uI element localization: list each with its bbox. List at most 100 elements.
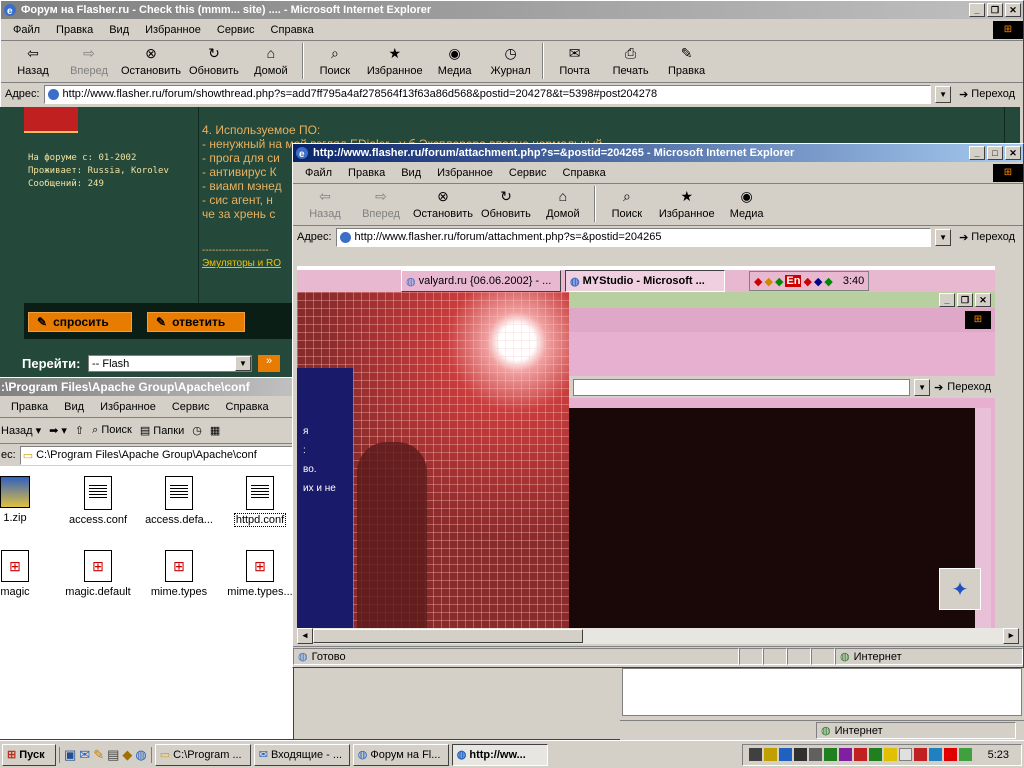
tray-app-icon[interactable] xyxy=(808,748,822,761)
task-inbox[interactable]: ✉ Входящие - ... xyxy=(253,743,350,766)
menu-favorites[interactable]: Избранное xyxy=(92,401,164,413)
fg-hscrollbar[interactable]: ◂ ▸ xyxy=(297,628,1019,644)
file-item[interactable]: ⊞ magic.default xyxy=(63,550,133,598)
menu-view[interactable]: Вид xyxy=(393,167,429,179)
ask-button[interactable]: ✎ спросить xyxy=(28,312,132,332)
maximize-button[interactable]: ❐ xyxy=(987,3,1003,17)
address-input[interactable]: http://www.flasher.ru/forum/showthread.p… xyxy=(43,84,932,104)
scroll-left-arrow[interactable]: ◂ xyxy=(297,628,313,644)
task-attachment[interactable]: ◍ http://ww... xyxy=(451,743,548,766)
explorer-search-button[interactable]: ⌕ Поиск xyxy=(92,424,132,437)
refresh-button[interactable]: ↻ Обновить xyxy=(477,186,535,221)
minimize-button[interactable]: _ xyxy=(969,3,985,17)
tray-app-icon[interactable] xyxy=(868,748,882,761)
search-button[interactable]: ⌕ Поиск xyxy=(599,186,655,221)
task-explorer[interactable]: ▭ C:\Program ... xyxy=(154,743,251,766)
file-item[interactable]: access.conf xyxy=(63,476,133,526)
go-button[interactable]: ➔ Переход xyxy=(955,231,1019,244)
up-folder-icon[interactable]: ⇧ xyxy=(75,424,84,437)
address-dropdown[interactable]: ▼ xyxy=(935,228,952,246)
soft-icon[interactable] xyxy=(748,748,762,761)
notepad-icon[interactable]: ✎ xyxy=(93,747,104,763)
tray-app-icon[interactable] xyxy=(913,748,927,761)
close-button[interactable]: ✕ xyxy=(1005,3,1021,17)
favorites-button[interactable]: ★ Избранное xyxy=(655,186,719,221)
mail-icon[interactable] xyxy=(898,748,912,761)
explorer-back-button[interactable]: Назад ▾ xyxy=(1,424,41,437)
menu-file[interactable]: Файл xyxy=(5,24,48,36)
minimize-button[interactable]: _ xyxy=(969,146,985,160)
file-item[interactable]: access.defa... xyxy=(144,476,214,526)
outlook-icon[interactable]: ✉ xyxy=(79,747,90,763)
explorer-folders-button[interactable]: ▤ Папки xyxy=(140,424,184,437)
back-button[interactable]: ⇦ Назад xyxy=(297,186,353,221)
menu-help[interactable]: Справка xyxy=(555,167,614,179)
task-forum[interactable]: ◍ Форум на Fl... xyxy=(352,743,449,766)
media-button[interactable]: ◉ Медиа xyxy=(719,186,775,221)
menu-edit[interactable]: Правка xyxy=(3,401,56,413)
tray-app-icon[interactable] xyxy=(838,748,852,761)
menu-file[interactable]: Файл xyxy=(297,167,340,179)
menu-help[interactable]: Справка xyxy=(218,401,277,413)
tray-app-icon[interactable] xyxy=(853,748,867,761)
desktop-icon[interactable]: ▣ xyxy=(64,747,76,763)
menu-help[interactable]: Справка xyxy=(263,24,322,36)
stop-button[interactable]: ⊗ Остановить xyxy=(409,186,477,221)
forward-arrow-icon[interactable]: ➡ ▾ xyxy=(49,424,67,437)
goto-select[interactable]: -- Flash ▼ xyxy=(88,355,252,372)
menu-favorites[interactable]: Избранное xyxy=(429,167,501,179)
media-button[interactable]: ◉ Медиа xyxy=(427,43,483,78)
ie-launch-icon[interactable]: ◍ xyxy=(135,747,146,763)
scroll-thumb[interactable] xyxy=(313,629,583,643)
edit-button[interactable]: ✎ Правка xyxy=(659,43,715,78)
clock[interactable]: 5:23 xyxy=(988,749,1009,761)
refresh-button[interactable]: ↻ Обновить xyxy=(185,43,243,78)
search-button[interactable]: ⌕ Поиск xyxy=(307,43,363,78)
go-button[interactable]: ➔ Переход xyxy=(955,88,1019,101)
address-input[interactable]: http://www.flasher.ru/forum/attachment.p… xyxy=(335,227,932,247)
back-button[interactable]: ⇦ Назад xyxy=(5,43,61,78)
menu-favorites[interactable]: Избранное xyxy=(137,24,209,36)
history-icon[interactable]: ◷ xyxy=(192,424,202,437)
mail-button[interactable]: ✉ Почта xyxy=(547,43,603,78)
history-button[interactable]: ◷ Журнал xyxy=(483,43,539,78)
menu-tools[interactable]: Сервис xyxy=(501,167,555,179)
menu-tools[interactable]: Сервис xyxy=(164,401,218,413)
bg-title-bar[interactable]: e Форум на Flasher.ru - Check this (mmm.… xyxy=(1,1,1023,19)
signature-link[interactable]: Эмуляторы и RO xyxy=(202,258,281,269)
fg-title-bar[interactable]: e http://www.flasher.ru/forum/attachment… xyxy=(293,144,1023,162)
menu-view[interactable]: Вид xyxy=(101,24,137,36)
start-button[interactable]: ⊞ Пуск xyxy=(2,743,56,766)
move-to-icon[interactable]: ▦ xyxy=(210,424,220,437)
tray-app-icon[interactable] xyxy=(928,748,942,761)
tray-app-icon[interactable] xyxy=(793,748,807,761)
network-icon[interactable] xyxy=(778,748,792,761)
explorer-title-bar[interactable]: :\Program Files\Apache Group\Apache\conf xyxy=(0,378,293,396)
file-item[interactable]: ⊞ mime.types... xyxy=(225,550,295,598)
close-button[interactable]: ✕ xyxy=(1005,146,1021,160)
print-button[interactable]: ⎙ Печать xyxy=(603,43,659,78)
home-button[interactable]: ⌂ Домой xyxy=(535,186,591,220)
explorer-address-input[interactable]: ▭ C:\Program Files\Apache Group\Apache\c… xyxy=(19,445,293,465)
volume-icon[interactable] xyxy=(763,748,777,761)
tool-icon[interactable]: ◆ xyxy=(122,747,132,763)
menu-view[interactable]: Вид xyxy=(56,401,92,413)
calculator-icon[interactable]: ▤ xyxy=(107,747,119,763)
file-item[interactable]: ⊞ magic xyxy=(0,550,50,598)
file-item[interactable]: ⊞ mime.types xyxy=(144,550,214,598)
file-item[interactable]: 1.zip xyxy=(0,476,50,524)
address-dropdown[interactable]: ▼ xyxy=(935,85,952,103)
tray-app-icon[interactable] xyxy=(883,748,897,761)
scroll-right-arrow[interactable]: ▸ xyxy=(1003,628,1019,644)
forward-button[interactable]: ⇨ Вперед xyxy=(61,43,117,78)
menu-edit[interactable]: Правка xyxy=(48,24,101,36)
menu-edit[interactable]: Правка xyxy=(340,167,393,179)
tray-app-icon[interactable] xyxy=(823,748,837,761)
home-button[interactable]: ⌂ Домой xyxy=(243,43,299,77)
maximize-button[interactable]: □ xyxy=(987,146,1003,160)
forward-button[interactable]: ⇨ Вперед xyxy=(353,186,409,221)
goto-button[interactable]: » xyxy=(258,355,280,372)
stop-button[interactable]: ⊗ Остановить xyxy=(117,43,185,78)
favorites-button[interactable]: ★ Избранное xyxy=(363,43,427,78)
reply-button[interactable]: ✎ ответить xyxy=(147,312,245,332)
